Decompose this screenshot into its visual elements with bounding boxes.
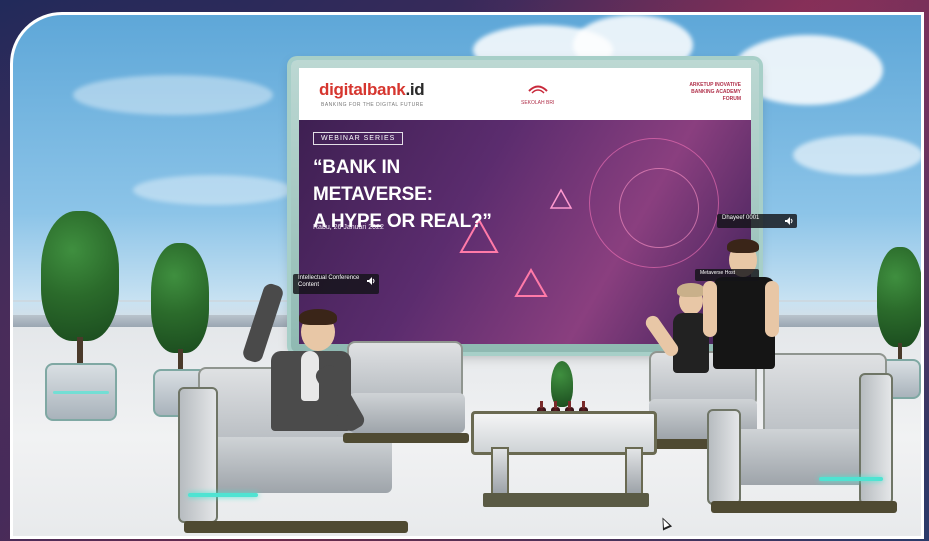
deco-circle bbox=[619, 168, 699, 248]
event-date: Rabu, 26 Januari 2022 bbox=[313, 224, 384, 231]
brand-logo: digitalbank.id bbox=[319, 80, 425, 99]
partner-logo-icon bbox=[528, 85, 548, 94]
potted-tree-left bbox=[23, 211, 133, 431]
speaker-icon[interactable] bbox=[785, 217, 793, 225]
metaverse-viewport[interactable]: digitalbank.id BANKING FOR THE DIGITAL F… bbox=[10, 12, 924, 539]
slide-headline: “BANK IN METAVERSE: A HYPE OR REAL?” bbox=[313, 157, 492, 232]
cloud bbox=[73, 75, 273, 115]
header-right-text: ARKETUP INOVATIVE BANKING ACADEMY FORUM bbox=[689, 82, 741, 102]
table-leg bbox=[491, 447, 509, 497]
deco-triangle bbox=[514, 268, 548, 297]
avatar-man-black[interactable] bbox=[703, 237, 783, 377]
webinar-series-tag: WEBINAR SERIES bbox=[313, 132, 404, 145]
cloud bbox=[133, 175, 293, 205]
deco-triangle bbox=[549, 188, 573, 209]
table-leg bbox=[625, 447, 643, 497]
nametag-left[interactable]: Intellectual Conference Content bbox=[293, 274, 379, 294]
nametag-presenter[interactable]: Metaverse Host bbox=[695, 269, 759, 281]
sofa-right[interactable] bbox=[707, 353, 903, 523]
partner-name: SEKOLAH BRI bbox=[521, 100, 555, 106]
nametag-right[interactable]: Dhayeef 0001 bbox=[717, 214, 797, 228]
brand-tagline: BANKING FOR THE DIGITAL FUTURE bbox=[321, 102, 424, 108]
slide-header: digitalbank.id BANKING FOR THE DIGITAL F… bbox=[299, 68, 751, 120]
speaker-icon[interactable] bbox=[367, 277, 375, 285]
cloud bbox=[793, 135, 921, 175]
table-base bbox=[483, 493, 649, 507]
